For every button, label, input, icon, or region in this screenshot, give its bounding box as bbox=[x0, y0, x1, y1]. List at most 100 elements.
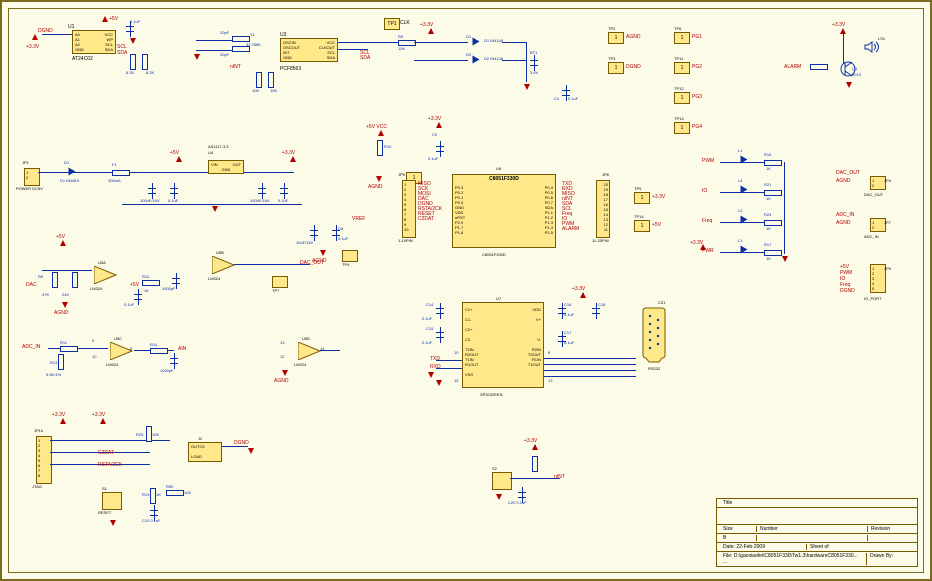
c8v: 0.1uF bbox=[278, 198, 288, 203]
tp6-ref: TP6 bbox=[674, 26, 681, 31]
tb-rev bbox=[867, 535, 914, 541]
tp3: 1 bbox=[608, 62, 624, 74]
33v bbox=[436, 122, 442, 128]
r5-ref: R5 bbox=[398, 34, 403, 39]
c17v: 0.1uF bbox=[564, 340, 574, 345]
gnd bbox=[524, 84, 530, 90]
tp5-ref: TP5 bbox=[634, 186, 641, 191]
c20 bbox=[518, 492, 526, 498]
tp2: 1 bbox=[608, 32, 624, 44]
pwr-arrow bbox=[102, 16, 108, 22]
d-in-ref: D1 bbox=[64, 160, 69, 165]
d1-sym bbox=[473, 38, 480, 46]
adc-in: ADC_IN bbox=[22, 344, 40, 350]
net-sda: SDA bbox=[117, 50, 127, 56]
dac-in: DAC bbox=[26, 282, 37, 288]
wire bbox=[436, 368, 462, 369]
tb-file: D:\gaoxiaofei\C8051F330\Tw1.3\hardwareC8… bbox=[723, 553, 858, 565]
vref-flag: VREF bbox=[352, 216, 365, 222]
r1v: 8.2K bbox=[126, 70, 134, 75]
5v-net: +5V bbox=[170, 150, 179, 156]
u5d-ref: U5D bbox=[302, 336, 310, 341]
r10 bbox=[377, 140, 383, 156]
led2-net: IO bbox=[702, 188, 707, 194]
s2 bbox=[492, 472, 512, 490]
tp4 bbox=[342, 250, 358, 262]
wire bbox=[320, 350, 340, 351]
wire bbox=[544, 376, 636, 377]
r4v: 10K bbox=[270, 88, 277, 93]
cz1-lbl: RS232 bbox=[648, 366, 660, 371]
r13-ref: R13 bbox=[50, 360, 57, 365]
agnd: AGND bbox=[274, 378, 288, 384]
c9v: 0.1uF bbox=[428, 156, 438, 161]
tp1-net: CLK bbox=[400, 20, 410, 26]
c11 bbox=[172, 278, 180, 284]
wire bbox=[414, 42, 468, 43]
5v bbox=[378, 130, 384, 136]
u5c bbox=[110, 342, 134, 360]
r3v: 10K bbox=[252, 88, 259, 93]
pin10: 10 bbox=[92, 354, 96, 359]
led3-net: Freq bbox=[702, 218, 712, 224]
r10-ref: R10 bbox=[384, 144, 391, 149]
d-in-part: D1 IN5819 bbox=[60, 178, 79, 183]
c10v: 0.1uF bbox=[124, 302, 134, 307]
d2-part: D2 IN4148 bbox=[484, 56, 503, 61]
l3-ref: L3 bbox=[738, 238, 742, 243]
c1000v: 1000pF bbox=[160, 368, 174, 373]
gnd bbox=[110, 520, 116, 526]
r6-ref: R6 bbox=[38, 274, 43, 279]
wire bbox=[234, 264, 310, 265]
d1: D1 bbox=[466, 34, 471, 39]
gnd bbox=[496, 494, 502, 500]
tp13-net: PG4 bbox=[692, 124, 702, 130]
c8c bbox=[310, 230, 318, 236]
y1v: 32.768K bbox=[246, 42, 261, 47]
rsta: RSTA/2CK bbox=[98, 462, 122, 468]
l4-ref: L4 bbox=[738, 178, 742, 183]
jp7-n0: AGND bbox=[836, 220, 850, 226]
u5d bbox=[298, 342, 322, 360]
r25v: 10K bbox=[152, 432, 159, 437]
c5 bbox=[148, 188, 156, 194]
wire bbox=[510, 478, 560, 479]
c18 bbox=[592, 308, 600, 314]
q1-sym bbox=[840, 60, 856, 78]
pin10: 10 bbox=[454, 350, 458, 355]
txd: TXD bbox=[430, 356, 440, 362]
f1-val: 300mA bbox=[108, 178, 121, 183]
wire bbox=[222, 446, 248, 447]
u5a bbox=[94, 266, 118, 284]
s1-ref: S1 bbox=[102, 486, 107, 491]
l1 bbox=[741, 156, 748, 164]
jp7-n1: ADC_IN bbox=[864, 234, 879, 239]
chip-232: C1+ C1- C2+ C2- T2INR2OUTT1INR1OUT VSS V… bbox=[462, 302, 544, 388]
c14 bbox=[436, 308, 444, 314]
s2-r bbox=[532, 456, 538, 472]
jp5: 12345678910 bbox=[402, 180, 416, 238]
tb-sheet: of bbox=[824, 544, 828, 550]
5v bbox=[60, 240, 66, 246]
r7 bbox=[72, 272, 78, 288]
r7v: 24K bbox=[62, 292, 69, 297]
jp1: 12 bbox=[24, 168, 40, 186]
tb-title bbox=[720, 509, 726, 523]
jtag-33v: +3.3V bbox=[52, 412, 65, 418]
33v: +3.3V bbox=[428, 116, 441, 122]
agnd bbox=[376, 176, 382, 182]
wire bbox=[122, 204, 302, 205]
tb-num bbox=[756, 535, 867, 541]
bt1v: 3.6V bbox=[530, 70, 538, 75]
chip-reg: VIN OUT GND bbox=[208, 160, 244, 174]
u5b bbox=[212, 256, 236, 274]
mcu-lnets: MISO SCK MOSI DAC DGND RSTA/2CK RESET C2… bbox=[418, 182, 442, 222]
buzzer-pwr: +3.3V bbox=[832, 22, 845, 28]
jp10-lbl: JTAG bbox=[32, 484, 42, 489]
r15-ref: R15 bbox=[764, 152, 771, 157]
c18-ref: C18 bbox=[598, 302, 605, 307]
eeprom-gnd: DGND bbox=[38, 28, 53, 34]
tp11-ref: TP11 bbox=[674, 56, 683, 61]
jp4-lbl: DAC_OUT bbox=[836, 170, 860, 176]
c9-val: 0.1uF bbox=[130, 19, 140, 24]
